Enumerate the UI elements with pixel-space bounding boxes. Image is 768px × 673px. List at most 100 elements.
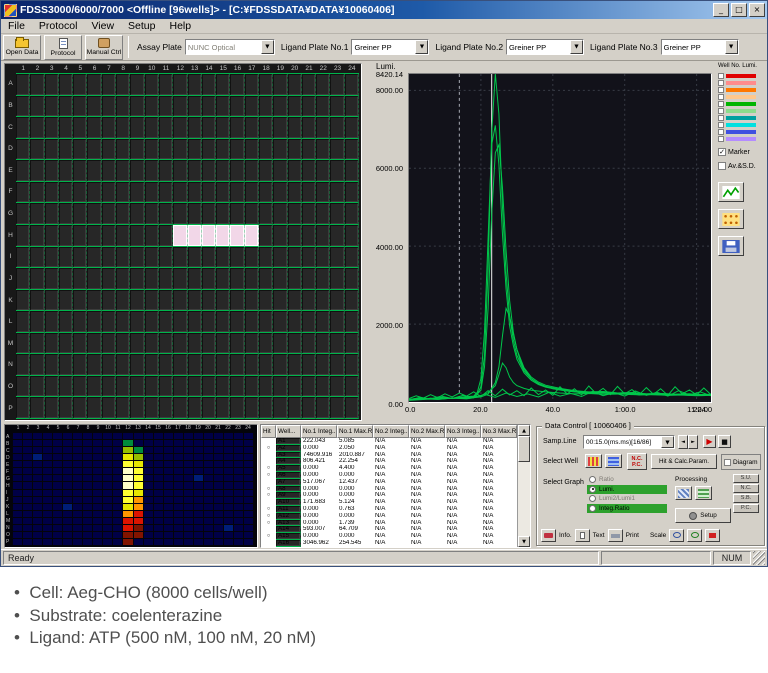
heatmap-cell-O20[interactable] [204, 532, 213, 538]
heatmap-cell-L21[interactable] [214, 511, 223, 517]
well-H18[interactable] [259, 225, 273, 247]
heatmap-cell-C8[interactable] [83, 447, 92, 453]
heatmap-cell-B21[interactable] [214, 440, 223, 446]
heatmap-cell-I2[interactable] [23, 490, 32, 496]
well-N14[interactable] [202, 354, 216, 376]
heatmap-cell-G21[interactable] [214, 475, 223, 481]
scrollbar-thumb[interactable] [518, 436, 530, 462]
well-D10[interactable] [145, 139, 159, 161]
heatmap-cell-D3[interactable] [33, 454, 42, 460]
graph-option-ratio[interactable]: Ratio [587, 475, 667, 485]
maximize-button[interactable]: □ [731, 3, 747, 17]
well-F16[interactable] [230, 182, 244, 204]
graph-option-lumi2-lumi1[interactable]: Lumi2/Lumi1 [587, 494, 667, 504]
heatmap-cell-P2[interactable] [23, 539, 32, 545]
well-D17[interactable] [245, 139, 259, 161]
well-B12[interactable] [173, 96, 187, 118]
well-K9[interactable] [130, 290, 144, 312]
well-G17[interactable] [245, 203, 259, 225]
heatmap-cell-G18[interactable] [184, 475, 193, 481]
well-A20[interactable] [288, 74, 302, 96]
well-F22[interactable] [316, 182, 330, 204]
well-F12[interactable] [173, 182, 187, 204]
heatmap-cell-B1[interactable] [13, 440, 22, 446]
well-A23[interactable] [330, 74, 344, 96]
heatmap-cell-M16[interactable] [164, 518, 173, 524]
heatmap-cell-I1[interactable] [13, 490, 22, 496]
heatmap-cell-J11[interactable] [113, 497, 122, 503]
heatmap-cell-A7[interactable] [73, 433, 82, 439]
heatmap-cell-J13[interactable] [134, 497, 143, 503]
well-L5[interactable] [73, 311, 87, 333]
well-A17[interactable] [245, 74, 259, 96]
heatmap-cell-J6[interactable] [63, 497, 72, 503]
well-F18[interactable] [259, 182, 273, 204]
well-P24[interactable] [345, 397, 359, 419]
heatmap-cell-F5[interactable] [53, 468, 62, 474]
heatmap-cell-A1[interactable] [13, 433, 22, 439]
well-B19[interactable] [273, 96, 287, 118]
well-J22[interactable] [316, 268, 330, 290]
menu-item-file[interactable]: File [1, 20, 32, 32]
well-O7[interactable] [102, 376, 116, 398]
well-A10[interactable] [145, 74, 159, 96]
well-E13[interactable] [188, 160, 202, 182]
well-J20[interactable] [288, 268, 302, 290]
heatmap-cell-O13[interactable] [134, 532, 143, 538]
heatmap-cell-H5[interactable] [53, 482, 62, 488]
heatmap-cell-E4[interactable] [43, 461, 52, 467]
well-N21[interactable] [302, 354, 316, 376]
heatmap-cell-O24[interactable] [244, 532, 253, 538]
heatmap-cell-H24[interactable] [244, 482, 253, 488]
heatmap-cell-E11[interactable] [113, 461, 122, 467]
heatmap-cell-K2[interactable] [23, 504, 32, 510]
heatmap-cell-B15[interactable] [154, 440, 163, 446]
heatmap-cell-E16[interactable] [164, 461, 173, 467]
well-B22[interactable] [316, 96, 330, 118]
well-G10[interactable] [145, 203, 159, 225]
heatmap-cell-O12[interactable] [123, 532, 132, 538]
well-C19[interactable] [273, 117, 287, 139]
heatmap-cell-I13[interactable] [134, 490, 143, 496]
heatmap-cell-G2[interactable] [23, 475, 32, 481]
well-B14[interactable] [202, 96, 216, 118]
well-D3[interactable] [45, 139, 59, 161]
heatmap-cell-K19[interactable] [194, 504, 203, 510]
well-D24[interactable] [345, 139, 359, 161]
heatmap-cell-D7[interactable] [73, 454, 82, 460]
well-A16[interactable] [230, 74, 244, 96]
well-L11[interactable] [159, 311, 173, 333]
well-I4[interactable] [59, 247, 73, 269]
well-J7[interactable] [102, 268, 116, 290]
well-C24[interactable] [345, 117, 359, 139]
heatmap-cell-C14[interactable] [144, 447, 153, 453]
well-D23[interactable] [330, 139, 344, 161]
well-B1[interactable] [16, 96, 30, 118]
heatmap-cell-L7[interactable] [73, 511, 82, 517]
heatmap-cell-C17[interactable] [174, 447, 183, 453]
heatmap-cell-B6[interactable] [63, 440, 72, 446]
heatmap-cell-O9[interactable] [93, 532, 102, 538]
heatmap-cell-C11[interactable] [113, 447, 122, 453]
well-I3[interactable] [45, 247, 59, 269]
open-data-button[interactable]: Open Data [3, 35, 41, 60]
heatmap-cell-K20[interactable] [204, 504, 213, 510]
heatmap-cell-L20[interactable] [204, 511, 213, 517]
heatmap-cell-F1[interactable] [13, 468, 22, 474]
heatmap-cell-J1[interactable] [13, 497, 22, 503]
heatmap-cell-P24[interactable] [244, 539, 253, 545]
well-F9[interactable] [130, 182, 144, 204]
well-E24[interactable] [345, 160, 359, 182]
heatmap-cell-E13[interactable] [134, 461, 143, 467]
heatmap-cell-P3[interactable] [33, 539, 42, 545]
well-P16[interactable] [230, 397, 244, 419]
well-P12[interactable] [173, 397, 187, 419]
well-I21[interactable] [302, 247, 316, 269]
well-N10[interactable] [145, 354, 159, 376]
heatmap-cell-N22[interactable] [224, 525, 233, 531]
menu-item-view[interactable]: View [84, 20, 121, 32]
well-D1[interactable] [16, 139, 30, 161]
heatmap-cell-P17[interactable] [174, 539, 183, 545]
heatmap-cell-I24[interactable] [244, 490, 253, 496]
heatmap-cell-M9[interactable] [93, 518, 102, 524]
